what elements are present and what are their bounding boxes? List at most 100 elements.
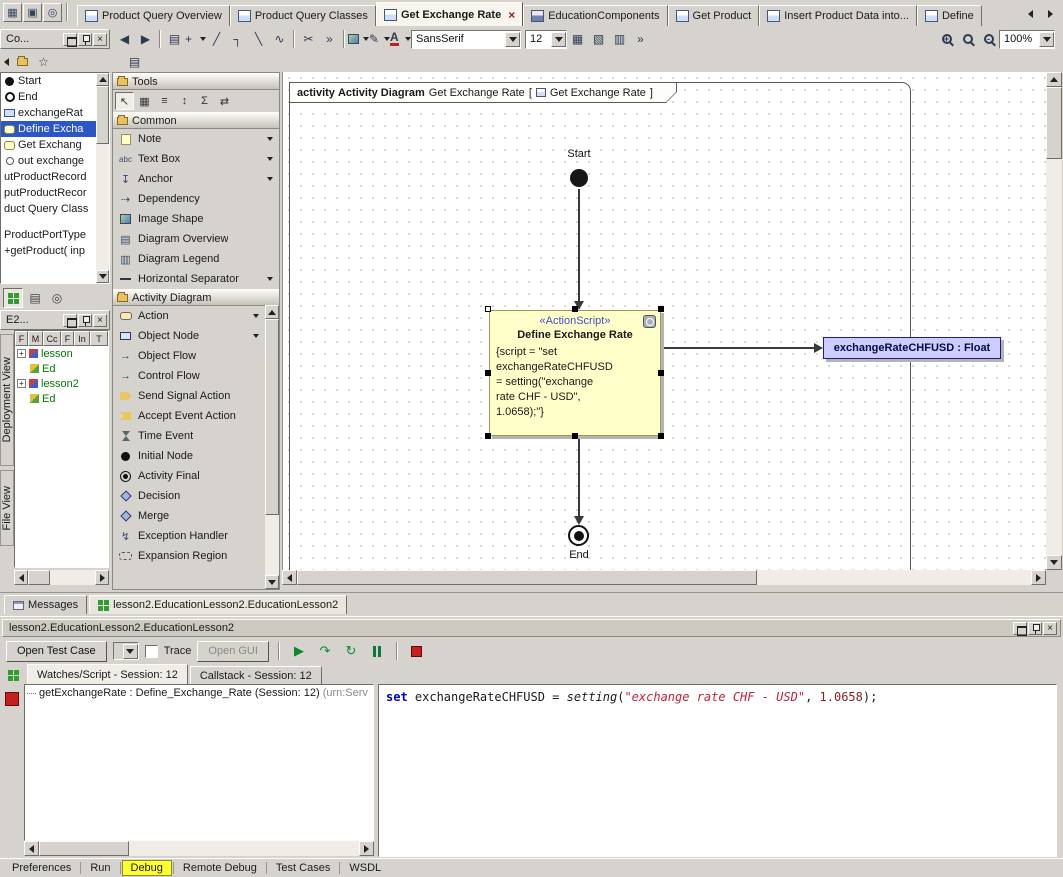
file-item-ed[interactable]: Ed [15, 361, 108, 376]
palette-item-merge[interactable]: Merge [113, 506, 265, 526]
palette-item-image-shape[interactable]: Image Shape [113, 209, 279, 229]
palette-item-object-node[interactable]: Object Node [113, 326, 265, 346]
restore-panel-icon[interactable] [63, 314, 77, 327]
selection-handle[interactable] [485, 306, 491, 312]
selection-handle[interactable] [485, 370, 491, 376]
insert-table-icon[interactable]: ▦ [567, 29, 588, 49]
palette-item-activity-final[interactable]: Activity Final [113, 466, 265, 486]
collapse-panel-icon[interactable] [0, 52, 12, 72]
dropdown-arrow-icon[interactable] [253, 314, 259, 318]
scroll-left-icon[interactable] [14, 570, 28, 585]
file-item-ed2[interactable]: Ed [15, 391, 108, 406]
zoom-fit-icon[interactable] [957, 29, 978, 49]
palette-item-decision[interactable]: Decision [113, 486, 265, 506]
tab-watches-script[interactable]: Watches/Script - Session: 12 [27, 664, 188, 684]
scroll-right-icon[interactable] [1031, 570, 1046, 585]
palette-item-note[interactable]: Note [113, 129, 279, 149]
zoom-level-combo[interactable]: 100% [999, 30, 1055, 49]
file-item-lesson[interactable]: +lesson [15, 346, 108, 361]
close-icon[interactable]: × [508, 8, 515, 22]
statusbar-tab-remote-debug[interactable]: Remote Debug [175, 861, 265, 875]
scroll-up-icon[interactable] [265, 305, 279, 319]
search-icon[interactable]: ◎ [43, 3, 62, 22]
selection-handle[interactable] [572, 433, 578, 439]
column-header[interactable]: M [28, 331, 43, 346]
add-element-icon[interactable]: + [185, 29, 206, 49]
scroll-right-icon[interactable] [95, 570, 109, 585]
scroll-right-icon[interactable] [359, 841, 374, 856]
diagram-canvas[interactable]: activity Activity Diagram Get Exchange R… [282, 72, 1046, 570]
preview-icon[interactable]: ◎ [47, 288, 67, 308]
overflow-chevron-icon[interactable]: » [319, 29, 340, 49]
file-view-tab[interactable]: File View [0, 470, 14, 546]
dropdown-arrow-icon[interactable] [267, 277, 273, 281]
close-panel-icon[interactable]: × [93, 314, 107, 327]
forward-icon[interactable]: ▶ [135, 29, 156, 49]
tab-scroll-right-icon[interactable] [1041, 4, 1060, 23]
windows-icon[interactable]: ▦ [3, 3, 22, 22]
selection-handle[interactable] [658, 433, 664, 439]
pencil-icon[interactable]: ✎ [369, 29, 390, 49]
table-options-icon[interactable]: ▥ [609, 29, 630, 49]
control-flow-edge[interactable] [578, 437, 580, 517]
open-test-case-button[interactable]: Open Test Case [6, 641, 107, 662]
selection-handle[interactable] [658, 306, 664, 312]
tree-item-get-exchange[interactable]: Get Exchang [1, 137, 96, 153]
file-item-lesson2[interactable]: +lesson2 [15, 376, 108, 391]
pause-button[interactable] [367, 642, 387, 661]
zoom-out-icon[interactable]: - [978, 29, 999, 49]
breakpoint-indicator[interactable] [5, 692, 19, 706]
scroll-down-icon[interactable] [96, 270, 109, 283]
palette-item-anchor[interactable]: ↧Anchor [113, 169, 279, 189]
back-icon[interactable]: ◀ [114, 29, 135, 49]
tab-messages[interactable]: Messages [4, 595, 87, 614]
tab-product-query-overview[interactable]: Product Query Overview [77, 5, 230, 26]
tab-product-query-classes[interactable]: Product Query Classes [230, 5, 376, 26]
scroll-left-icon[interactable] [24, 841, 39, 856]
scroll-up-icon[interactable] [96, 73, 109, 86]
tree-item-productporttype[interactable]: ProductPortType [1, 227, 96, 243]
selection-handle[interactable] [658, 370, 664, 376]
object-node-exchangerate[interactable]: exchangeRateCHFUSD : Float [823, 337, 1001, 359]
font-family-combo[interactable]: SansSerif [411, 30, 521, 49]
initial-node[interactable] [570, 169, 588, 187]
close-panel-icon[interactable]: × [93, 33, 107, 46]
column-header[interactable]: F [61, 331, 74, 346]
tree-item-define-exchange[interactable]: Define Excha [1, 121, 96, 137]
column-header[interactable]: T [90, 331, 108, 346]
image-icon[interactable] [348, 29, 369, 49]
scroll-thumb[interactable] [28, 570, 50, 585]
watch-list-h-scrollbar[interactable] [24, 841, 374, 856]
dropdown-arrow-icon[interactable] [267, 137, 273, 141]
tree-item-getproduct-operation[interactable]: +getProduct( inp [1, 243, 96, 259]
palette-item-expansion-region[interactable]: Expansion Region [113, 546, 265, 566]
statusbar-tab-run[interactable]: Run [82, 861, 118, 875]
grid-snap-icon[interactable]: ▦ [135, 92, 154, 110]
canvas-h-scrollbar[interactable] [282, 570, 1046, 585]
scroll-thumb[interactable] [1046, 87, 1062, 159]
palette-item-diagram-overview[interactable]: ▤Diagram Overview [113, 229, 279, 249]
diagram-tree-icon[interactable]: ▤ [124, 52, 145, 72]
restore-panel-icon[interactable] [63, 33, 77, 46]
tree-item-start[interactable]: Start [1, 73, 96, 89]
restore-panel-icon[interactable] [1013, 622, 1027, 635]
palette-item-send-signal-action[interactable]: Send Signal Action [113, 386, 265, 406]
scroll-up-icon[interactable] [1046, 72, 1062, 87]
overflow-chevron-icon[interactable]: » [630, 29, 651, 49]
tree-item-putproductrecord[interactable]: putProductRecor [1, 185, 96, 201]
tab-lesson2-educationlesson2[interactable]: lesson2.EducationLesson2.EducationLesson… [89, 595, 347, 614]
tab-scroll-left-icon[interactable] [1021, 4, 1040, 23]
scroll-down-icon[interactable] [265, 575, 279, 589]
scroll-thumb[interactable] [96, 86, 109, 144]
activity-diagram-section-header[interactable]: Activity Diagram [113, 289, 279, 306]
activity-final-node[interactable] [568, 525, 589, 546]
palette-item-time-event[interactable]: Time Event [113, 426, 265, 446]
step-button[interactable]: ↷ [315, 642, 335, 661]
font-color-icon[interactable]: A [390, 29, 411, 49]
column-header[interactable]: Cc [43, 331, 61, 346]
pin-panel-icon[interactable] [78, 33, 92, 46]
tab-educationcomponents[interactable]: EducationComponents [523, 5, 667, 26]
object-flow-edge[interactable] [662, 347, 815, 349]
tree-item-exchangerate[interactable]: exchangeRat [1, 105, 96, 121]
tile-windows-icon[interactable]: ▣ [23, 3, 42, 22]
